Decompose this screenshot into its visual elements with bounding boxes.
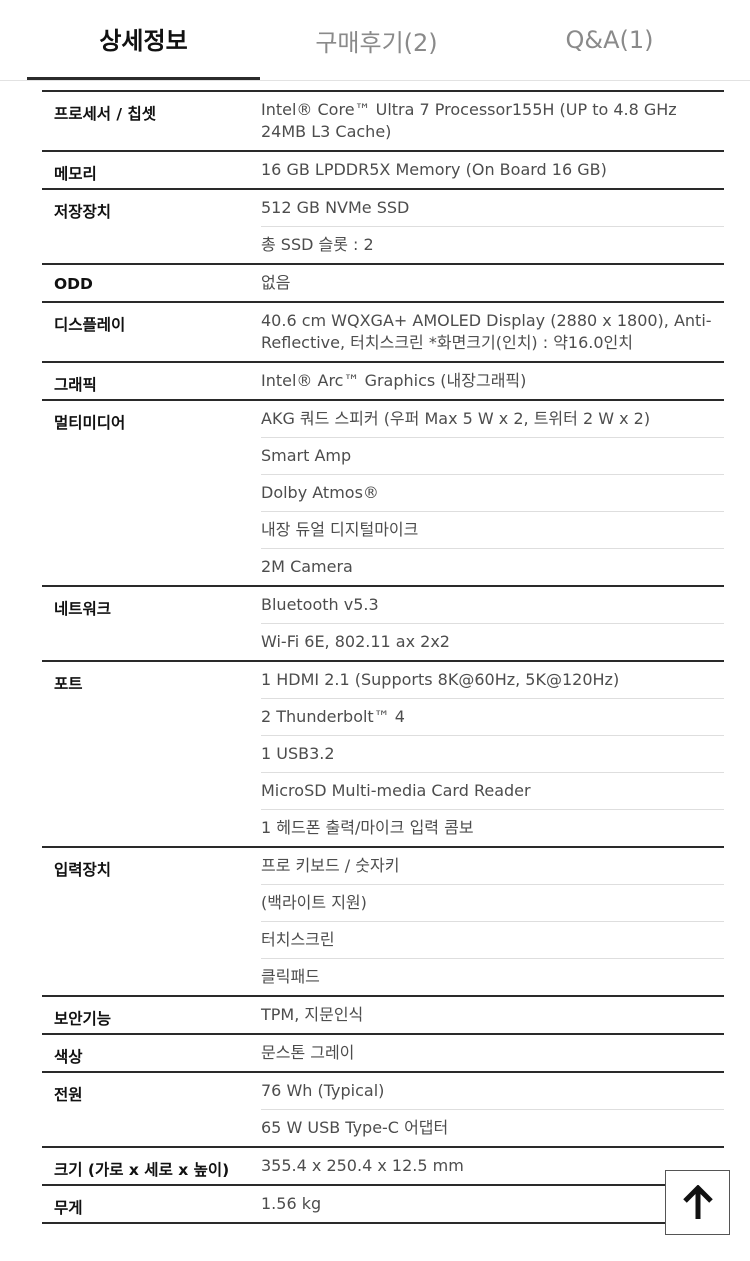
tab-bar: 상세정보 구매후기(2) Q&A(1): [0, 0, 750, 81]
spec-label: 크기 (가로 x 세로 x 높이): [42, 1147, 261, 1186]
spec-row: 네트워크 Bluetooth v5.3: [42, 586, 724, 662]
spec-label: 포트: [42, 661, 261, 848]
spec-value: 512 GB NVMe SSD: [261, 198, 410, 217]
spec-value: (백라이트 지원): [261, 884, 724, 922]
spec-row: 프로세서 / 칩셋 Intel® Core™ Ultra 7 Processor1…: [42, 91, 724, 152]
spec-value: 2 Thunderbolt™ 4: [261, 698, 724, 736]
spec-value: 16 GB LPDDR5X Memory (On Board 16 GB): [261, 151, 724, 190]
spec-label: 보안기능: [42, 996, 261, 1035]
spec-value: Dolby Atmos®: [261, 474, 724, 512]
spec-row: 저장장치 512 GB NVMe SSD: [42, 189, 724, 265]
spec-label: 멀티미디어: [42, 400, 261, 587]
spec-value: 없음: [261, 264, 724, 303]
spec-label: 전원: [42, 1072, 261, 1148]
spec-row: 무게 1.56 kg: [42, 1185, 724, 1224]
spec-value: Wi-Fi 6E, 802.11 ax 2x2: [261, 623, 724, 662]
spec-value: Intel® Arc™ Graphics (내장그래픽): [261, 362, 724, 401]
spec-value: 터치스크린: [261, 921, 724, 959]
spec-value: 내장 듀얼 디지털마이크: [261, 511, 724, 549]
spec-value: 1 헤드폰 출력/마이크 입력 콤보: [261, 809, 724, 848]
tab-reviews[interactable]: 구매후기(2): [260, 0, 493, 80]
spec-value: Smart Amp: [261, 437, 724, 475]
spec-row: 색상 문스톤 그레이: [42, 1034, 724, 1073]
spec-value: 문스톤 그레이: [261, 1034, 724, 1073]
spec-value: 1 HDMI 2.1 (Supports 8K@60Hz, 5K@120Hz): [261, 670, 620, 689]
spec-value: 프로 키보드 / 숫자키: [261, 856, 400, 875]
spec-row: ODD 없음: [42, 264, 724, 303]
tab-qna[interactable]: Q&A(1): [493, 0, 726, 80]
spec-value: 클릭패드: [261, 958, 724, 997]
spec-label: 프로세서 / 칩셋: [42, 91, 261, 152]
arrow-up-icon: [682, 1184, 713, 1219]
tab-details[interactable]: 상세정보: [27, 0, 260, 80]
spec-row: 멀티미디어 AKG 쿼드 스피커 (우퍼 Max 5 W x 2, 트위터 2 W…: [42, 400, 724, 587]
spec-value: TPM, 지문인식: [261, 996, 724, 1035]
spec-row: 포트 1 HDMI 2.1 (Supports 8K@60Hz, 5K@120Hz…: [42, 661, 724, 848]
spec-row: 보안기능 TPM, 지문인식: [42, 996, 724, 1035]
scroll-to-top-button[interactable]: [665, 1170, 730, 1235]
spec-value: 76 Wh (Typical): [261, 1081, 385, 1100]
spec-label: 네트워크: [42, 586, 261, 662]
spec-table: 프로세서 / 칩셋 Intel® Core™ Ultra 7 Processor1…: [42, 90, 724, 1224]
spec-label: 디스플레이: [42, 302, 261, 363]
spec-label: 입력장치: [42, 847, 261, 997]
spec-row: 디스플레이 40.6 cm WQXGA+ AMOLED Display (2880…: [42, 302, 724, 363]
spec-value: AKG 쿼드 스피커 (우퍼 Max 5 W x 2, 트위터 2 W x 2): [261, 409, 651, 428]
spec-label: 그래픽: [42, 362, 261, 401]
spec-row: 메모리 16 GB LPDDR5X Memory (On Board 16 GB): [42, 151, 724, 190]
spec-value: MicroSD Multi-media Card Reader: [261, 772, 724, 810]
spec-value: 1 USB3.2: [261, 735, 724, 773]
spec-value: Bluetooth v5.3: [261, 595, 379, 614]
spec-row: 그래픽 Intel® Arc™ Graphics (내장그래픽): [42, 362, 724, 401]
spec-value: 2M Camera: [261, 548, 724, 587]
spec-label: 저장장치: [42, 189, 261, 265]
spec-label: 무게: [42, 1185, 261, 1224]
spec-label: 색상: [42, 1034, 261, 1073]
spec-row: 크기 (가로 x 세로 x 높이) 355.4 x 250.4 x 12.5 mm: [42, 1147, 724, 1186]
spec-value: 40.6 cm WQXGA+ AMOLED Display (2880 x 18…: [261, 302, 724, 363]
spec-row: 전원 76 Wh (Typical): [42, 1072, 724, 1148]
spec-table-body: 프로세서 / 칩셋 Intel® Core™ Ultra 7 Processor1…: [42, 91, 724, 1224]
spec-value: 1.56 kg: [261, 1185, 724, 1224]
spec-value: Intel® Core™ Ultra 7 Processor155H (UP t…: [261, 91, 724, 152]
spec-value: 총 SSD 슬롯 : 2: [261, 226, 724, 265]
spec-row: 입력장치 프로 키보드 / 숫자키: [42, 847, 724, 997]
spec-label: ODD: [42, 264, 261, 303]
spec-value: 355.4 x 250.4 x 12.5 mm: [261, 1147, 724, 1186]
spec-value: 65 W USB Type-C 어댑터: [261, 1109, 724, 1148]
spec-label: 메모리: [42, 151, 261, 190]
